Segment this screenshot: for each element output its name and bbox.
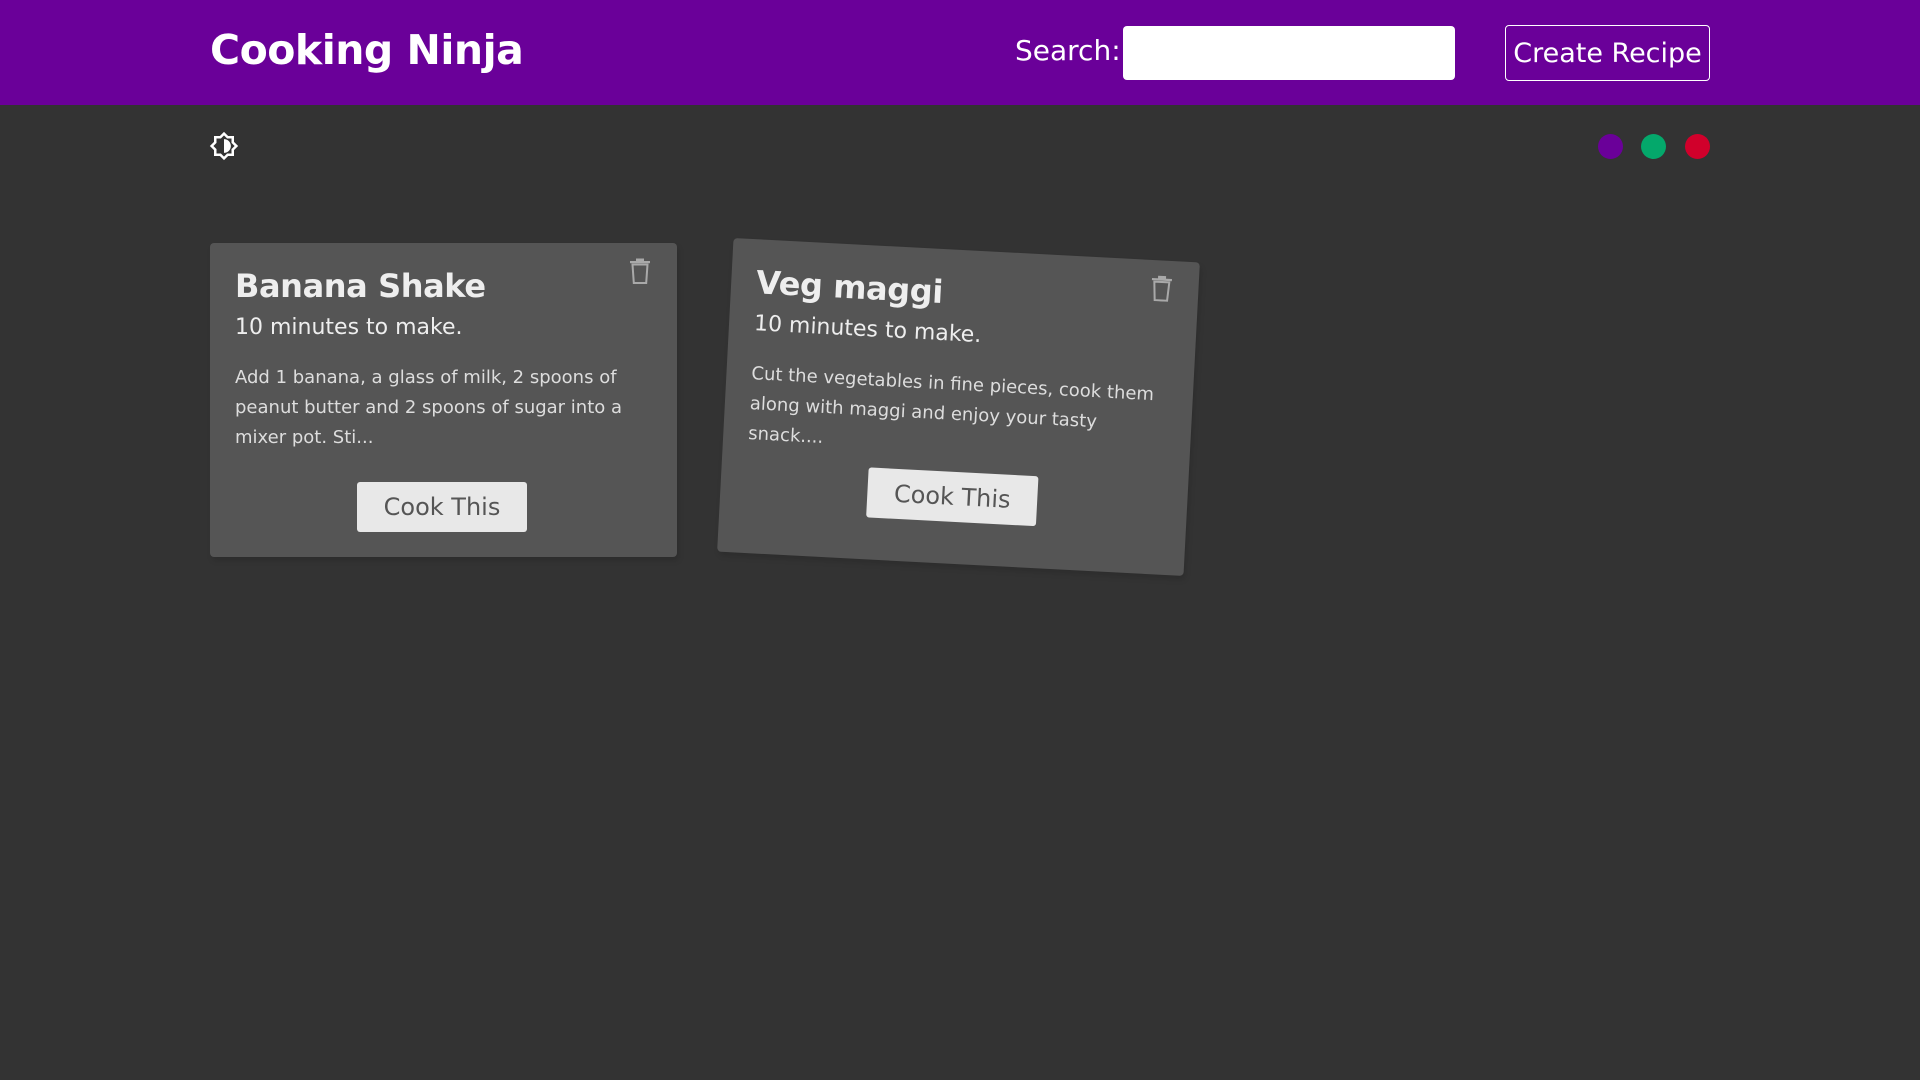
recipe-card: Banana Shake 10 minutes to make. Add 1 b… xyxy=(210,243,677,557)
recipe-time: 10 minutes to make. xyxy=(235,315,463,340)
cook-this-button[interactable]: Cook This xyxy=(866,467,1039,527)
search-label: Search: xyxy=(1015,34,1121,67)
navbar: Cooking Ninja Search: Create Recipe xyxy=(0,0,1920,105)
recipe-card: Veg maggi 10 minutes to make. Cut the ve… xyxy=(717,237,1200,577)
brightness-toggle-icon[interactable] xyxy=(209,131,239,161)
cook-this-button[interactable]: Cook This xyxy=(357,482,527,532)
recipe-title: Banana Shake xyxy=(235,267,486,305)
recipe-description: Add 1 banana, a glass of milk, 2 spoons … xyxy=(235,367,623,448)
theme-color-purple[interactable] xyxy=(1598,134,1623,159)
create-recipe-button[interactable]: Create Recipe xyxy=(1505,25,1710,81)
trash-icon[interactable] xyxy=(629,258,651,284)
brand-title[interactable]: Cooking Ninja xyxy=(210,26,524,74)
search-input[interactable] xyxy=(1123,26,1455,80)
theme-color-red[interactable] xyxy=(1685,134,1710,159)
trash-icon[interactable] xyxy=(1150,275,1173,302)
recipe-description: Cut the vegetables in fine pieces, cook … xyxy=(747,363,1155,448)
theme-color-green[interactable] xyxy=(1641,134,1666,159)
